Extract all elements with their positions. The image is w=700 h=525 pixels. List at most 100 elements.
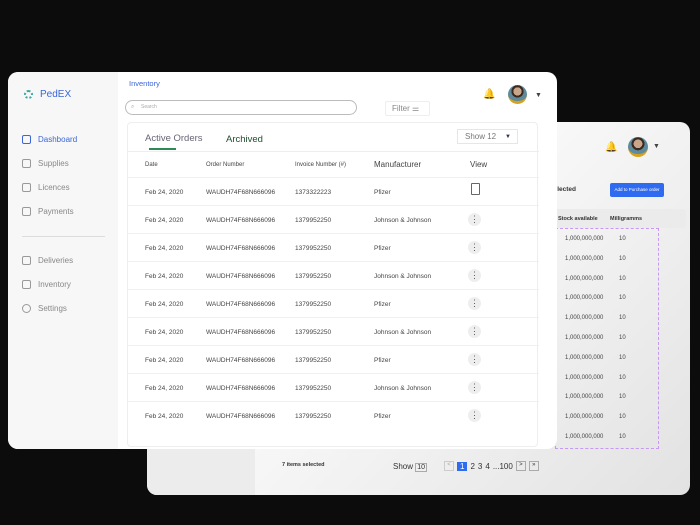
bell-icon[interactable]: 🔔 <box>605 142 617 153</box>
page-2[interactable]: 2 <box>470 462 474 471</box>
cell: WAUDH74F68N666096 <box>206 301 276 308</box>
table-row[interactable]: Feb 24, 2020 WAUDH74F68N666096 1379952250 P… <box>128 233 539 261</box>
license-icon <box>22 183 31 192</box>
cell: Pfizer <box>374 413 391 420</box>
more-options-icon[interactable]: ⋮ <box>468 409 481 422</box>
cell: WAUDH74F68N666096 <box>206 273 276 280</box>
avatar[interactable] <box>508 85 527 104</box>
show-label: Show <box>393 462 414 471</box>
cell: WAUDH74F68N666096 <box>206 245 276 252</box>
tab-archived[interactable]: Archived <box>226 134 263 145</box>
folder-icon <box>22 280 31 289</box>
next-page-button[interactable]: > <box>515 461 526 471</box>
show-value: Show 12 <box>465 132 497 141</box>
back-cell: 10 <box>619 414 626 421</box>
sidebar-item-licences[interactable]: Licences <box>22 183 70 192</box>
back-cell: 1,000,000,000 <box>565 434 604 440</box>
avatar[interactable] <box>628 137 648 157</box>
table-row[interactable]: Feb 24, 2020 WAUDH74F68N666096 1379952250 J… <box>128 317 539 345</box>
show-select[interactable]: Show 12 ▼ <box>457 129 518 144</box>
more-options-icon[interactable]: ⋮ <box>468 213 481 226</box>
tab-active-orders[interactable]: Active Orders <box>145 133 203 144</box>
cell: Feb 24, 2020 <box>145 357 184 364</box>
nav-label: Licences <box>38 183 70 192</box>
more-options-icon[interactable]: ⋮ <box>468 381 481 394</box>
cell: Feb 24, 2020 <box>145 385 184 392</box>
col-order: Order Number <box>206 162 245 168</box>
sidebar-item-payments[interactable]: Payments <box>22 207 74 216</box>
table-row[interactable]: Feb 24, 2020 WAUDH74F68N666096 1379952250 P… <box>128 345 539 373</box>
more-options-icon[interactable]: ⋮ <box>468 297 481 310</box>
chevron-down-icon[interactable]: ▼ <box>653 143 660 150</box>
back-cell: 10 <box>619 394 626 401</box>
table-row[interactable]: Feb 24, 2020 WAUDH74F68N666096 1379952250 P… <box>128 289 539 317</box>
sidebar-item-settings[interactable]: Settings <box>22 304 67 313</box>
page-1[interactable]: 1 <box>457 461 468 471</box>
cell: Johnson & Johnson <box>374 329 432 336</box>
nav-label: Dashboard <box>38 135 78 144</box>
back-cell: 10 <box>619 374 626 381</box>
more-options-icon[interactable]: ⋮ <box>468 353 481 366</box>
sidebar-item-inventory[interactable]: Inventory <box>22 280 71 289</box>
cell: Johnson & Johnson <box>374 273 432 280</box>
back-cell: 1,000,000,000 <box>565 414 604 421</box>
cell: 1379952250 <box>295 385 332 392</box>
back-cell: 10 <box>619 236 626 242</box>
back-cell: 1,000,000,000 <box>565 335 604 341</box>
last-page-button[interactable]: » <box>528 461 539 471</box>
back-cell: 1,000,000,000 <box>565 255 604 262</box>
col-stock: Stock available <box>558 216 598 222</box>
caret-down-icon: ▼ <box>505 134 511 140</box>
cell: 1379952250 <box>295 301 332 308</box>
cell: 1379952250 <box>295 413 332 420</box>
cell: Feb 24, 2020 <box>145 217 184 224</box>
table-row[interactable]: Feb 24, 2020 WAUDH74F68N666096 1379952250 J… <box>128 261 539 289</box>
table-row[interactable]: Feb 24, 2020 WAUDH74F68N666096 1379952250 J… <box>128 373 539 401</box>
sliders-icon: ⚌ <box>412 104 420 113</box>
cell: 1379952250 <box>295 273 332 280</box>
main-window: PedEX Dashboard Supplies Licences Paymen… <box>8 72 557 449</box>
sidebar-item-dashboard[interactable]: Dashboard <box>22 135 77 144</box>
sidebar-item-deliveries[interactable]: Deliveries <box>22 256 73 265</box>
table-row[interactable]: Feb 24, 2020 WAUDH74F68N666096 1379952250 P… <box>128 401 539 429</box>
search-input[interactable]: ⌕ Search <box>125 100 357 115</box>
page-3[interactable]: 3 <box>478 462 482 471</box>
document-icon[interactable] <box>471 183 480 195</box>
nav-label: Payments <box>38 207 74 216</box>
table-row[interactable]: Feb 24, 2020 WAUDH74F68N666096 1373322223 P… <box>128 177 539 205</box>
page-100[interactable]: ...100 <box>493 462 513 471</box>
col-view: View <box>470 160 488 169</box>
filter-button[interactable]: Filter ⚌ <box>385 101 430 116</box>
back-pagination: < 1 2 3 4 ...100 > » <box>444 461 539 471</box>
grid-icon <box>22 135 31 144</box>
more-options-icon[interactable]: ⋮ <box>468 325 481 338</box>
truck-icon <box>22 256 31 265</box>
page-4[interactable]: 4 <box>485 462 489 471</box>
back-cell: 1,000,000,000 <box>565 394 604 401</box>
prev-page-button[interactable]: < <box>444 461 454 471</box>
tab-underline <box>149 148 176 150</box>
col-manufacturer: Manufacturer <box>374 160 422 169</box>
col-invoice: Invoice Number (#) <box>295 162 347 168</box>
chevron-down-icon[interactable]: ▼ <box>535 92 542 99</box>
cell: 1379952250 <box>295 245 332 252</box>
cell: WAUDH74F68N666096 <box>206 413 276 420</box>
gear-icon <box>22 304 31 313</box>
sidebar-item-supplies[interactable]: Supplies <box>22 159 69 168</box>
back-cell: 1,000,000,000 <box>565 315 604 322</box>
show-value[interactable]: 10 <box>415 463 428 472</box>
back-cell: 1,000,000,000 <box>565 236 604 242</box>
cell: Feb 24, 2020 <box>145 413 184 420</box>
cell: Pfizer <box>374 245 391 252</box>
divider <box>128 151 539 152</box>
more-options-icon[interactable]: ⋮ <box>468 269 481 282</box>
show-select[interactable]: Show 10 <box>393 462 428 472</box>
cell: WAUDH74F68N666096 <box>206 189 276 196</box>
table-row[interactable]: Feb 24, 2020 WAUDH74F68N666096 1379952250 J… <box>128 205 539 233</box>
bell-icon[interactable]: 🔔 <box>483 89 495 100</box>
sidebar: PedEX Dashboard Supplies Licences Paymen… <box>8 72 118 449</box>
add-to-purchase-order-button[interactable]: Add to Purchase order <box>610 183 664 197</box>
more-options-icon[interactable]: ⋮ <box>468 241 481 254</box>
breadcrumb[interactable]: Inventory <box>129 79 160 88</box>
back-cell: 10 <box>619 335 626 341</box>
